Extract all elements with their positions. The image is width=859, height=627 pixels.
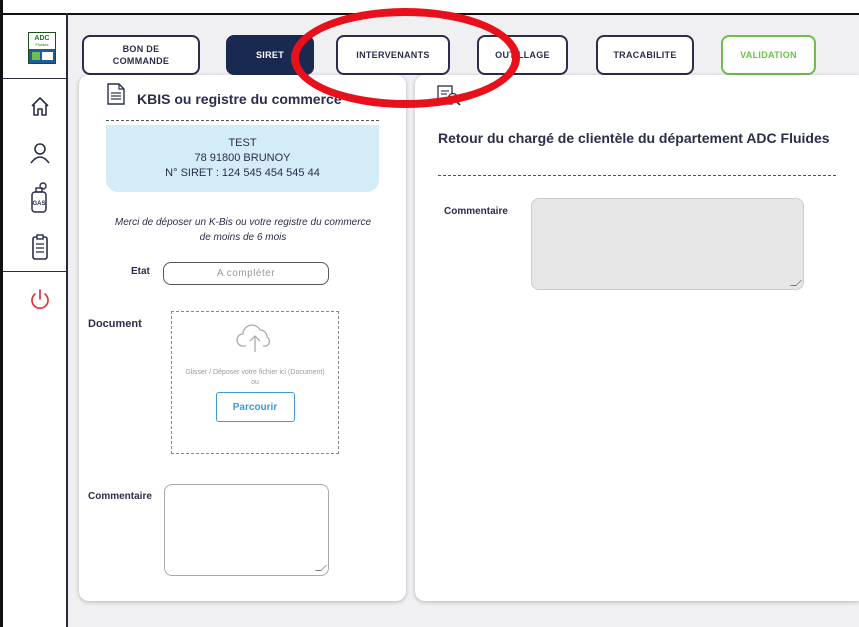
kbis-title: KBIS ou registre du commerce — [137, 91, 342, 107]
home-icon[interactable] — [29, 94, 51, 118]
drop-or-text: ou — [251, 379, 259, 386]
gas-icon-label: GAS — [32, 201, 45, 207]
browse-button[interactable]: Parcourir — [215, 392, 295, 422]
feedback-comment-textarea — [531, 198, 804, 290]
document-icon — [107, 83, 125, 105]
power-icon[interactable] — [29, 287, 51, 311]
document-label: Document — [88, 318, 142, 330]
etat-field[interactable]: A compléter — [163, 262, 329, 285]
tab-tracabilite[interactable]: TRACABILITE — [596, 35, 694, 75]
tab-label: TRACABILITE — [613, 50, 677, 60]
title-divider — [106, 120, 379, 121]
drop-instructions: Glisser / Déposer votre fichier ici (Doc… — [185, 369, 325, 376]
sidebar-separator — [3, 78, 66, 79]
feedback-comment-label: Commentaire — [444, 206, 508, 217]
tab-label: VALIDATION — [740, 50, 797, 60]
company-siret: N° SIRET : 124 545 454 545 44 — [165, 167, 320, 179]
gas-bottle-icon[interactable]: GAS — [29, 182, 51, 214]
feedback-divider — [438, 175, 836, 176]
company-info-box: TEST 78 91800 BRUNOY N° SIRET : 124 545 … — [106, 125, 379, 192]
tab-label-line1: BON DE — [122, 44, 160, 54]
file-dropzone[interactable]: Glisser / Déposer votre fichier ici (Doc… — [171, 311, 339, 454]
logo-text: ADC — [34, 35, 50, 42]
comment-label: Commentaire — [88, 491, 152, 502]
etat-value: A compléter — [216, 268, 276, 279]
cloud-upload-icon — [236, 324, 271, 352]
logo-subtext: Fluides — [35, 42, 49, 47]
clipboard-icon[interactable] — [29, 233, 51, 261]
comment-textarea[interactable] — [164, 484, 329, 576]
tab-label-line2: COMMANDE — [112, 56, 170, 66]
sidebar-separator — [3, 271, 66, 272]
upload-hint: Merci de déposer un K-Bis ou votre regis… — [114, 217, 372, 243]
tab-bon-de-commande[interactable]: BON DE COMMANDE — [82, 35, 200, 75]
red-annotation-oval — [291, 8, 520, 108]
tab-label: SIRET — [255, 50, 284, 60]
adc-logo: ADC Fluides — [28, 32, 56, 64]
feedback-panel — [415, 75, 859, 601]
tab-validation[interactable]: VALIDATION — [721, 35, 816, 75]
user-icon[interactable] — [29, 141, 51, 165]
feedback-title: Retour du chargé de clientèle du départe… — [438, 130, 830, 146]
etat-label: Etat — [131, 266, 150, 277]
company-address: 78 91800 BRUNOY — [194, 152, 291, 164]
company-name: TEST — [228, 137, 257, 149]
